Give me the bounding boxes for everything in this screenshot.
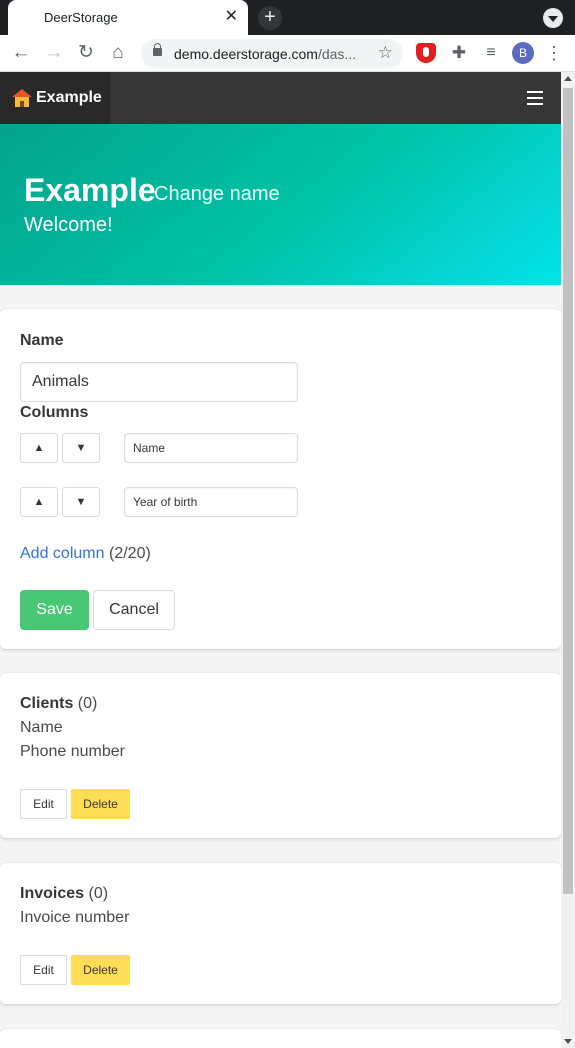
puzzle-icon[interactable]: ✚ [449, 43, 469, 63]
star-icon[interactable]: ☆ [378, 43, 393, 63]
url-text[interactable]: demo.deerstorage.com/das... [174, 46, 364, 62]
move-down-button[interactable]: ▼ [62, 487, 100, 517]
hamburger-icon[interactable] [527, 91, 543, 105]
add-column-link[interactable]: Add column [20, 545, 105, 563]
tab-title: DeerStorage [44, 10, 118, 25]
forward-arrow-icon[interactable]: → [42, 41, 66, 65]
tab-search-icon[interactable] [543, 8, 563, 28]
cancel-button[interactable]: Cancel [93, 590, 175, 630]
site-navbar: Example [0, 72, 561, 124]
new-tab-button[interactable]: + [258, 6, 282, 30]
delete-button[interactable]: Delete [71, 789, 130, 819]
scrollbar-thumb[interactable] [563, 88, 573, 894]
field-name: Invoice number [20, 909, 130, 926]
browser-toolbar: ← → ↻ ⌂ demo.deerstorage.com/das... ☆ ✚ … [0, 35, 575, 72]
move-up-button[interactable]: ▲ [20, 487, 58, 517]
hero-banner: Example Change name Welcome! [0, 124, 561, 285]
address-bar[interactable]: demo.deerstorage.com/das... ☆ [141, 39, 403, 68]
field-name: Phone number [20, 743, 125, 760]
column-count: (2/20) [109, 545, 151, 562]
brand-name: Example [36, 89, 102, 106]
column-name-input[interactable]: Name [124, 433, 298, 463]
browser-tab-strip: DeerStorage ✕ + [0, 0, 575, 35]
field-name: Name [20, 719, 63, 736]
move-down-button[interactable]: ▼ [62, 433, 100, 463]
reload-icon[interactable]: ↻ [74, 41, 98, 65]
profile-avatar[interactable]: B [512, 42, 534, 64]
column-name-input[interactable]: Year of birth [124, 487, 298, 517]
scroll-down-icon[interactable] [564, 1039, 572, 1044]
record-count: (0) [77, 695, 98, 712]
scroll-up-icon[interactable] [564, 76, 572, 81]
table-name: Invoices [20, 885, 85, 902]
kebab-menu-icon[interactable]: ⋮ [544, 41, 564, 65]
change-name-link[interactable]: Change name [154, 183, 280, 206]
name-label: Name [20, 332, 64, 349]
browser-tab[interactable]: DeerStorage ✕ [8, 0, 248, 35]
table-card: Clients (0) Name Phone number Edit Delet… [0, 673, 561, 838]
page-title: Example [24, 172, 156, 208]
table-name: Clients [20, 695, 74, 712]
edit-button[interactable]: Edit [20, 789, 67, 819]
delete-button[interactable]: Delete [71, 955, 130, 985]
table-card: Invoices (0) Invoice number Edit Delete [0, 863, 561, 1004]
page-viewport: Example Example Change name Welcome! Nam… [0, 72, 561, 1048]
home-icon[interactable]: ⌂ [106, 41, 130, 65]
house-logo-icon [12, 89, 32, 107]
brand-link[interactable]: Example [0, 72, 110, 124]
back-arrow-icon[interactable]: ← [9, 41, 33, 65]
media-icon[interactable]: ≡ [481, 43, 501, 63]
lock-icon[interactable] [153, 43, 162, 56]
table-card [0, 1029, 561, 1048]
record-count: (0) [88, 885, 109, 902]
close-tab-icon[interactable]: ✕ [225, 7, 238, 27]
move-up-button[interactable]: ▲ [20, 433, 58, 463]
edit-table-card: Name Animals Columns ▲ ▼ Name ▲ ▼ Year o… [0, 309, 561, 649]
table-name-input[interactable]: Animals [20, 362, 298, 402]
save-button[interactable]: Save [20, 590, 89, 630]
ublock-icon[interactable] [416, 43, 436, 63]
table-title: Invoices (0) [20, 885, 108, 903]
table-title: Clients (0) [20, 695, 97, 713]
edit-button[interactable]: Edit [20, 955, 67, 985]
columns-label: Columns [20, 404, 89, 421]
welcome-subtitle: Welcome! [24, 214, 113, 236]
page-scrollbar[interactable] [561, 72, 575, 1048]
